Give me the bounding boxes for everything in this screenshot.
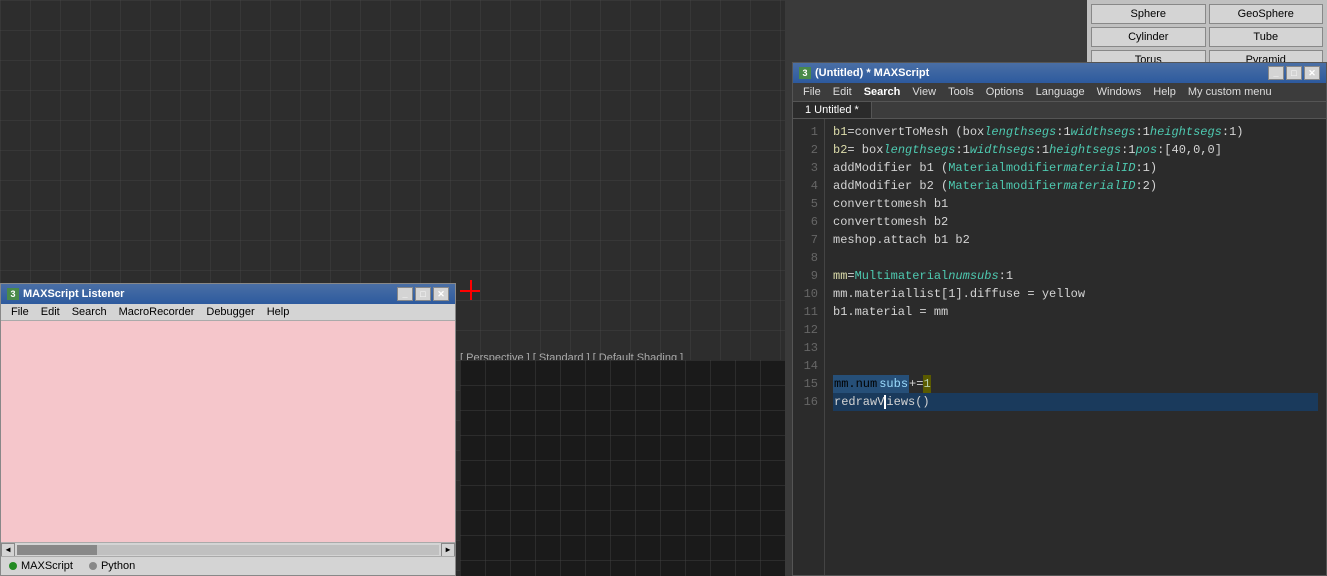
editor-menu-windows[interactable]: Windows bbox=[1091, 85, 1148, 99]
scrollbar-track[interactable] bbox=[17, 545, 439, 555]
editor-menu-language[interactable]: Language bbox=[1030, 85, 1091, 99]
editor-menu-help[interactable]: Help bbox=[1147, 85, 1182, 99]
code-line-15: mm.numsubs += 1 bbox=[833, 375, 1318, 393]
editor-minimize-button[interactable]: _ bbox=[1268, 66, 1284, 80]
code-line-8 bbox=[833, 249, 1318, 267]
code-line-4: addModifier b2 ( Materialmodifier materi… bbox=[833, 177, 1318, 195]
editor-menu-file[interactable]: File bbox=[797, 85, 827, 99]
geosphere-button[interactable]: GeoSphere bbox=[1209, 4, 1324, 24]
code-area[interactable]: b1 = convertToMesh (box lengthsegs :1 wi… bbox=[825, 119, 1326, 575]
code-line-10: mm.materiallist[1].diffuse = yellow bbox=[833, 285, 1318, 303]
minimize-button[interactable]: _ bbox=[397, 287, 413, 301]
perspective-viewport[interactable] bbox=[460, 360, 785, 576]
code-line-14 bbox=[833, 357, 1318, 375]
sphere-button[interactable]: Sphere bbox=[1091, 4, 1206, 24]
tab-maxscript[interactable]: MAXScript bbox=[9, 560, 73, 572]
code-line-12 bbox=[833, 321, 1318, 339]
crosshair-v bbox=[470, 280, 472, 300]
editor-menu-edit[interactable]: Edit bbox=[827, 85, 858, 99]
listener-title: MAXScript Listener bbox=[23, 288, 124, 300]
editor-menu-custom[interactable]: My custom menu bbox=[1182, 85, 1278, 99]
scrollbar-thumb[interactable] bbox=[17, 545, 97, 555]
listener-titlebar-left: 3 MAXScript Listener bbox=[7, 288, 124, 300]
listener-menu-search[interactable]: Search bbox=[66, 305, 113, 319]
editor-titlebar-left: 3 (Untitled) * MAXScript bbox=[799, 67, 929, 79]
editor-content[interactable]: 1234 5678 9101112 13141516 b1 = convertT… bbox=[793, 119, 1326, 575]
editor-menubar: File Edit Search View Tools Options Lang… bbox=[793, 83, 1326, 102]
listener-menu-file[interactable]: File bbox=[5, 305, 35, 319]
editor-tab-untitled[interactable]: 1 Untitled * bbox=[793, 102, 872, 118]
listener-menu-debugger[interactable]: Debugger bbox=[200, 305, 260, 319]
code-line-16: redrawViews() bbox=[833, 393, 1318, 411]
restore-button[interactable]: □ bbox=[415, 287, 431, 301]
listener-window-controls: _ □ ✕ bbox=[397, 287, 449, 301]
scroll-left-arrow[interactable]: ◀ bbox=[1, 543, 15, 557]
listener-scrollbar[interactable]: ◀ ▶ bbox=[1, 542, 455, 556]
cylinder-button[interactable]: Cylinder bbox=[1091, 27, 1206, 47]
editor-icon: 3 bbox=[799, 67, 811, 79]
listener-icon: 3 bbox=[7, 288, 19, 300]
close-button[interactable]: ✕ bbox=[433, 287, 449, 301]
editor-window-controls: _ □ ✕ bbox=[1268, 66, 1320, 80]
listener-window: 3 MAXScript Listener _ □ ✕ File Edit Sea… bbox=[0, 283, 456, 576]
scroll-right-arrow[interactable]: ▶ bbox=[441, 543, 455, 557]
listener-titlebar[interactable]: 3 MAXScript Listener _ □ ✕ bbox=[1, 284, 455, 304]
code-line-13 bbox=[833, 339, 1318, 357]
code-line-5: converttomesh b1 bbox=[833, 195, 1318, 213]
tube-button[interactable]: Tube bbox=[1209, 27, 1324, 47]
python-dot bbox=[89, 562, 97, 570]
editor-window: 3 (Untitled) * MAXScript _ □ ✕ File Edit… bbox=[792, 62, 1327, 576]
editor-title: (Untitled) * MAXScript bbox=[815, 67, 929, 79]
editor-menu-search[interactable]: Search bbox=[858, 85, 907, 99]
code-line-2: b2 = box lengthsegs :1 widthsegs :1 heig… bbox=[833, 141, 1318, 159]
tab-python[interactable]: Python bbox=[89, 560, 135, 572]
listener-menu-help[interactable]: Help bbox=[261, 305, 296, 319]
tab-python-label[interactable]: Python bbox=[101, 560, 135, 572]
code-line-9: mm = Multimaterial numsubs :1 bbox=[833, 267, 1318, 285]
listener-tabs: MAXScript Python bbox=[1, 556, 455, 575]
line-numbers: 1234 5678 9101112 13141516 bbox=[793, 119, 825, 575]
listener-menu-macrorecorder[interactable]: MacroRecorder bbox=[113, 305, 201, 319]
code-line-11: b1.material = mm bbox=[833, 303, 1318, 321]
editor-menu-tools[interactable]: Tools bbox=[942, 85, 980, 99]
listener-menubar: File Edit Search MacroRecorder Debugger … bbox=[1, 304, 455, 321]
editor-close-button[interactable]: ✕ bbox=[1304, 66, 1320, 80]
code-line-7: meshop.attach b1 b2 bbox=[833, 231, 1318, 249]
listener-content-area[interactable] bbox=[1, 321, 455, 542]
code-line-6: converttomesh b2 bbox=[833, 213, 1318, 231]
code-line-3: addModifier b1 ( Materialmodifier materi… bbox=[833, 159, 1318, 177]
maxscript-dot bbox=[9, 562, 17, 570]
editor-restore-button[interactable]: □ bbox=[1286, 66, 1302, 80]
code-line-1: b1 = convertToMesh (box lengthsegs :1 wi… bbox=[833, 123, 1318, 141]
editor-menu-options[interactable]: Options bbox=[980, 85, 1030, 99]
editor-titlebar[interactable]: 3 (Untitled) * MAXScript _ □ ✕ bbox=[793, 63, 1326, 83]
tab-maxscript-label[interactable]: MAXScript bbox=[21, 560, 73, 572]
editor-tabs: 1 Untitled * bbox=[793, 102, 1326, 119]
listener-menu-edit[interactable]: Edit bbox=[35, 305, 66, 319]
editor-menu-view[interactable]: View bbox=[906, 85, 942, 99]
